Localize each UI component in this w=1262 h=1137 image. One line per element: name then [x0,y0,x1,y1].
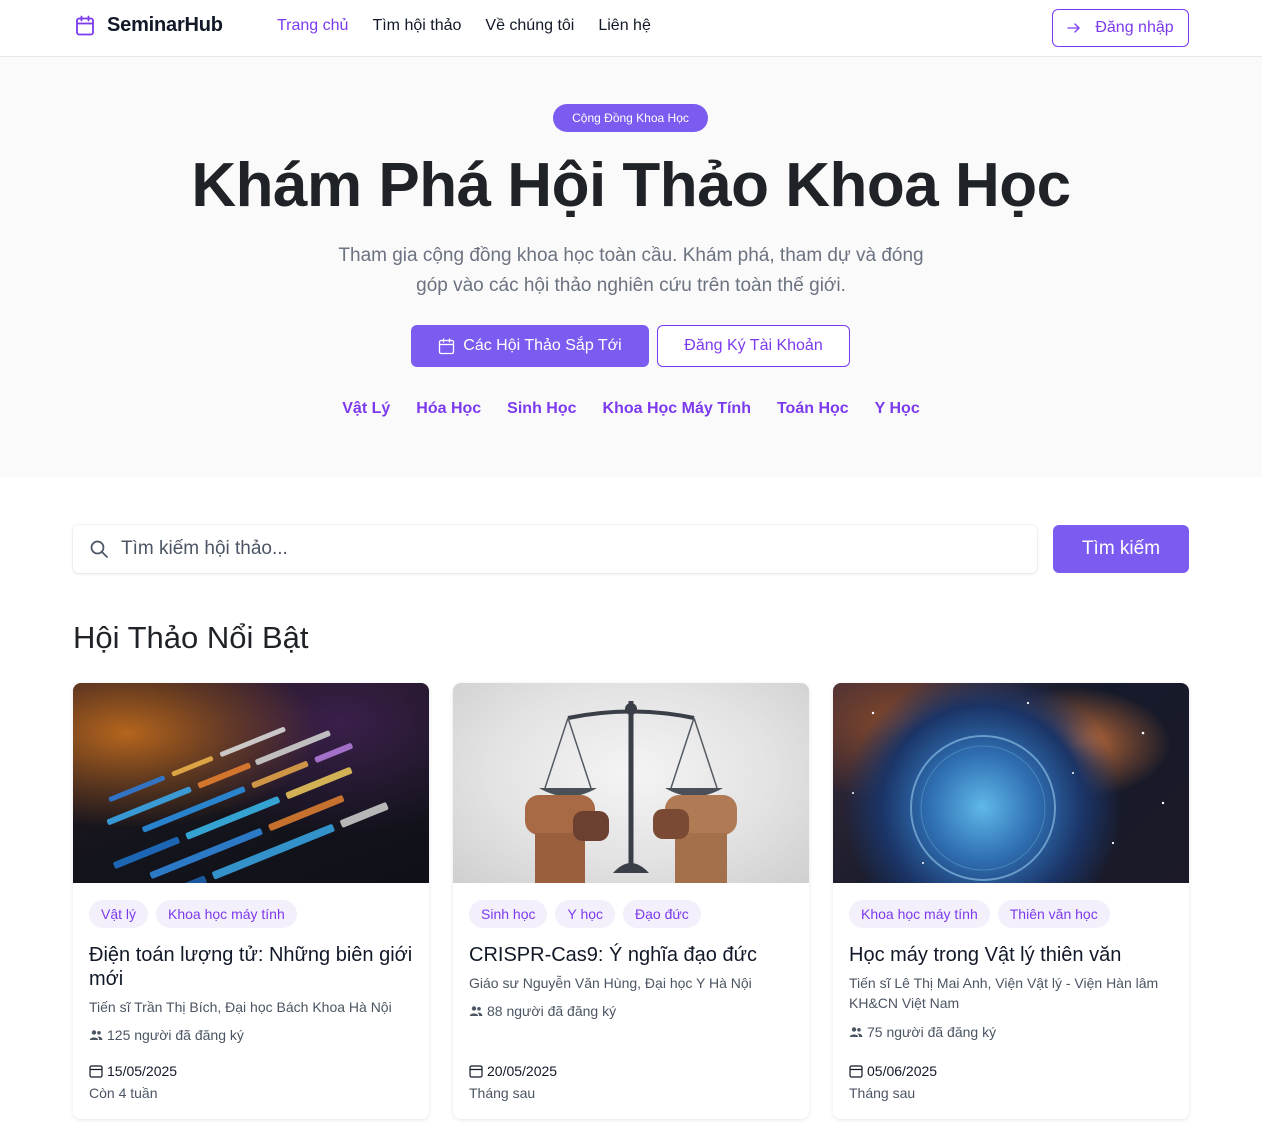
card-date: 20/05/2025 [469,1063,557,1079]
brand-name: SeminarHub [107,14,223,36]
card-registrations-label: 88 người đã đăng ký [487,1003,617,1019]
register-account-button[interactable]: Đăng Ký Tài Khoản [657,325,850,367]
login-button[interactable]: Đăng nhập [1052,9,1189,47]
topic-medicine[interactable]: Y Học [875,400,920,418]
nav-link-home[interactable]: Trang chủ [277,17,348,35]
brand[interactable]: SeminarHub [75,14,223,37]
card-image-code [73,683,429,883]
nav-links: Trang chủ Tìm hội thảo Về chúng tôi Liên… [277,17,651,35]
card-date-label: 20/05/2025 [487,1063,558,1079]
nav-link-find-seminar[interactable]: Tìm hội thảo [372,17,461,35]
hero-badge: Cộng Đồng Khoa Học [553,104,708,132]
topic-mathematics[interactable]: Toán Học [777,400,849,418]
card-date: 05/06/2025 [849,1063,937,1079]
featured-title: Hội Thảo Nổi Bật [73,620,309,655]
calendar-icon [439,337,455,354]
card-registrations: 125 người đã đăng ký [89,1027,244,1043]
card-title[interactable]: Học máy trong Vật lý thiên văn [849,943,1174,967]
tag[interactable]: Khoa học máy tính [849,900,990,928]
seminar-card[interactable]: Khoa học máy tính Thiên văn học Học máy … [833,683,1189,1119]
search-box [73,525,1037,573]
nav-link-about[interactable]: Về chúng tôi [485,17,574,35]
topic-chemistry[interactable]: Hóa Học [416,400,481,418]
scales-image-art [525,701,737,883]
card-date-label: 05/06/2025 [867,1063,938,1079]
card-registrations-label: 125 người đã đăng ký [107,1027,244,1043]
card-registrations-label: 75 người đã đăng ký [867,1024,997,1040]
calendar-icon [849,1065,863,1078]
login-label: Đăng nhập [1095,19,1174,36]
tag[interactable]: Sinh học [469,900,548,928]
topic-physics[interactable]: Vật Lý [342,400,390,418]
seminar-card[interactable]: Sinh học Y học Đạo đức CRISPR-Cas9: Ý ng… [453,683,809,1119]
users-icon [469,1006,483,1016]
card-relative-time: Tháng sau [849,1085,916,1101]
code-image-art [106,727,389,883]
card-author: Tiến sĩ Lê Thị Mai Anh, Viện Vật lý - Vi… [849,975,1159,1011]
navbar: SeminarHub Trang chủ Tìm hội thảo Về chú… [0,0,1262,57]
card-tags: Khoa học máy tính Thiên văn học [849,900,1110,928]
tag[interactable]: Y học [555,900,616,928]
card-date-label: 15/05/2025 [107,1063,178,1079]
tag[interactable]: Vật lý [89,900,149,928]
card-relative-time: Tháng sau [469,1085,536,1101]
calendar-icon [76,15,94,35]
users-icon [89,1030,103,1040]
card-title[interactable]: Điện toán lượng tử: Những biên giới mới [89,943,414,991]
seminar-card[interactable]: Vật lý Khoa học máy tính Điện toán lượng… [73,683,429,1119]
card-registrations: 75 người đã đăng ký [849,1024,996,1040]
arrow-right-icon [1067,23,1080,33]
calendar-icon [89,1065,103,1078]
card-author: Tiến sĩ Trần Thị Bích, Đại học Bách Khoa… [89,999,392,1015]
topic-biology[interactable]: Sinh Học [507,400,576,418]
hero-title: Khám Phá Hội Thảo Khoa Học [191,151,1071,220]
search-icon [90,540,108,558]
card-tags: Sinh học Y học Đạo đức [469,900,701,928]
card-image-nebula [833,683,1189,883]
card-date: 15/05/2025 [89,1063,177,1079]
tag[interactable]: Thiên văn học [997,900,1110,928]
tag[interactable]: Khoa học máy tính [156,900,297,928]
upcoming-seminars-button[interactable]: Các Hội Thảo Sắp Tới [411,325,649,367]
card-registrations: 88 người đã đăng ký [469,1003,616,1019]
hero: Cộng Đồng Khoa Học Khám Phá Hội Thảo Kho… [0,57,1262,477]
nebula-image-art [852,701,1165,881]
card-relative-time: Còn 4 tuần [89,1085,158,1101]
tag[interactable]: Đạo đức [623,900,701,928]
upcoming-seminars-label: Các Hội Thảo Sắp Tới [463,337,622,354]
card-title[interactable]: CRISPR-Cas9: Ý nghĩa đạo đức [469,943,794,967]
card-image-scales [453,683,809,883]
nav-link-contact[interactable]: Liên hệ [598,17,651,35]
search-button[interactable]: Tìm kiếm [1053,525,1189,573]
hero-actions: Các Hội Thảo Sắp Tới Đăng Ký Tài Khoản [411,325,850,367]
topic-computer-science[interactable]: Khoa Học Máy Tính [603,400,751,418]
topic-links: Vật Lý Hóa Học Sinh Học Khoa Học Máy Tín… [0,400,1262,418]
users-icon [849,1027,863,1037]
hero-subtitle: Tham gia cộng đồng khoa học toàn cầu. Kh… [338,245,924,296]
card-tags: Vật lý Khoa học máy tính [89,900,297,928]
calendar-icon [469,1065,483,1078]
search-input[interactable] [121,538,1001,560]
card-author: Giáo sư Nguyễn Văn Hùng, Đại học Y Hà Nộ… [469,975,752,991]
